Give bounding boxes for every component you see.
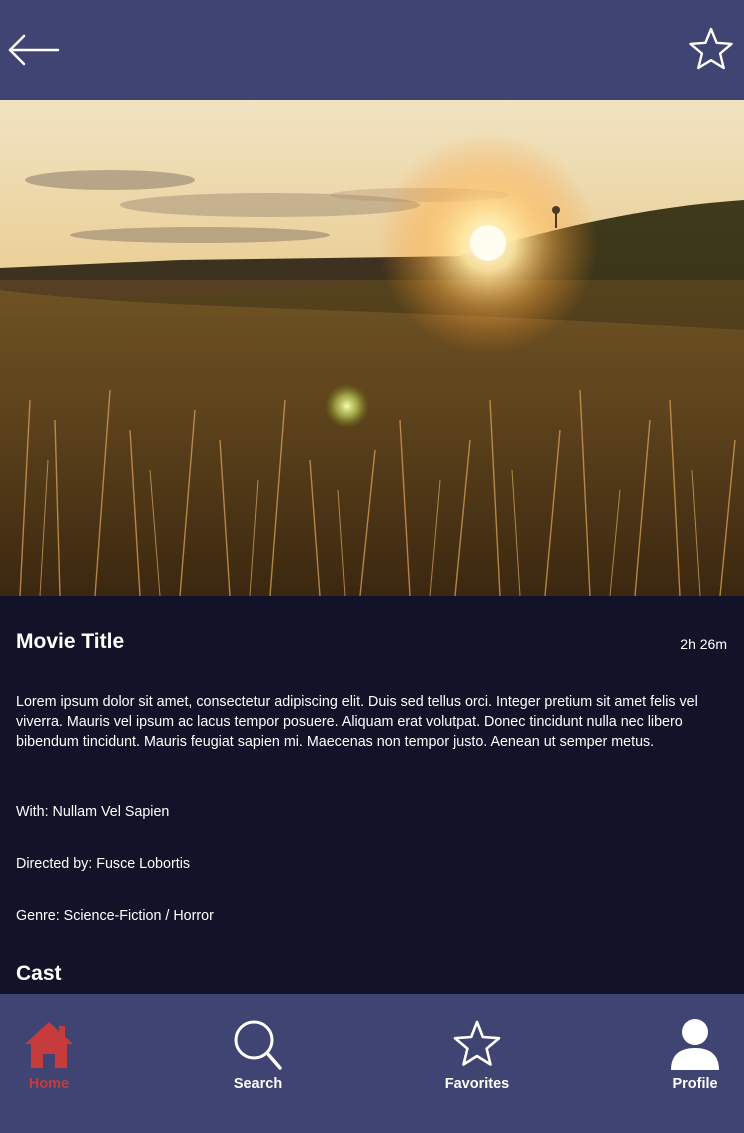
favorite-button[interactable]	[688, 26, 734, 72]
hero-image	[0, 100, 744, 596]
movie-duration: 2h 26m	[680, 636, 727, 652]
nav-label-home: Home	[28, 1076, 70, 1092]
director-line: Directed by: Fusce Lobortis	[16, 856, 191, 872]
arrow-left-icon	[8, 34, 60, 66]
movie-description: Lorem ipsum dolor sit amet, consectetur …	[16, 694, 698, 750]
nav-label-search: Search	[233, 1076, 283, 1092]
genre-line: Genre: Science-Fiction / Horror	[16, 908, 214, 924]
profile-icon	[671, 1019, 719, 1070]
cast-line: With: Nullam Vel Sapien	[16, 804, 170, 820]
search-icon	[234, 1020, 282, 1070]
star-outline-icon	[453, 1020, 501, 1066]
back-button[interactable]	[6, 30, 62, 70]
cast-heading: Cast	[16, 962, 62, 985]
nav-item-search[interactable]: Search	[198, 1016, 318, 1092]
nav-label-profile: Profile	[672, 1076, 718, 1092]
nav-item-home[interactable]: Home	[0, 1016, 109, 1092]
home-icon	[25, 1022, 73, 1068]
top-app-bar	[0, 0, 744, 100]
nav-label-favorites: Favorites	[444, 1076, 510, 1092]
movie-title: Movie Title	[16, 630, 125, 653]
nav-item-profile[interactable]: Profile	[635, 1016, 744, 1092]
nav-item-favorites[interactable]: Favorites	[417, 1016, 537, 1092]
bottom-nav: Home Search Favorites Profile	[0, 994, 744, 1133]
star-outline-icon	[689, 27, 733, 70]
